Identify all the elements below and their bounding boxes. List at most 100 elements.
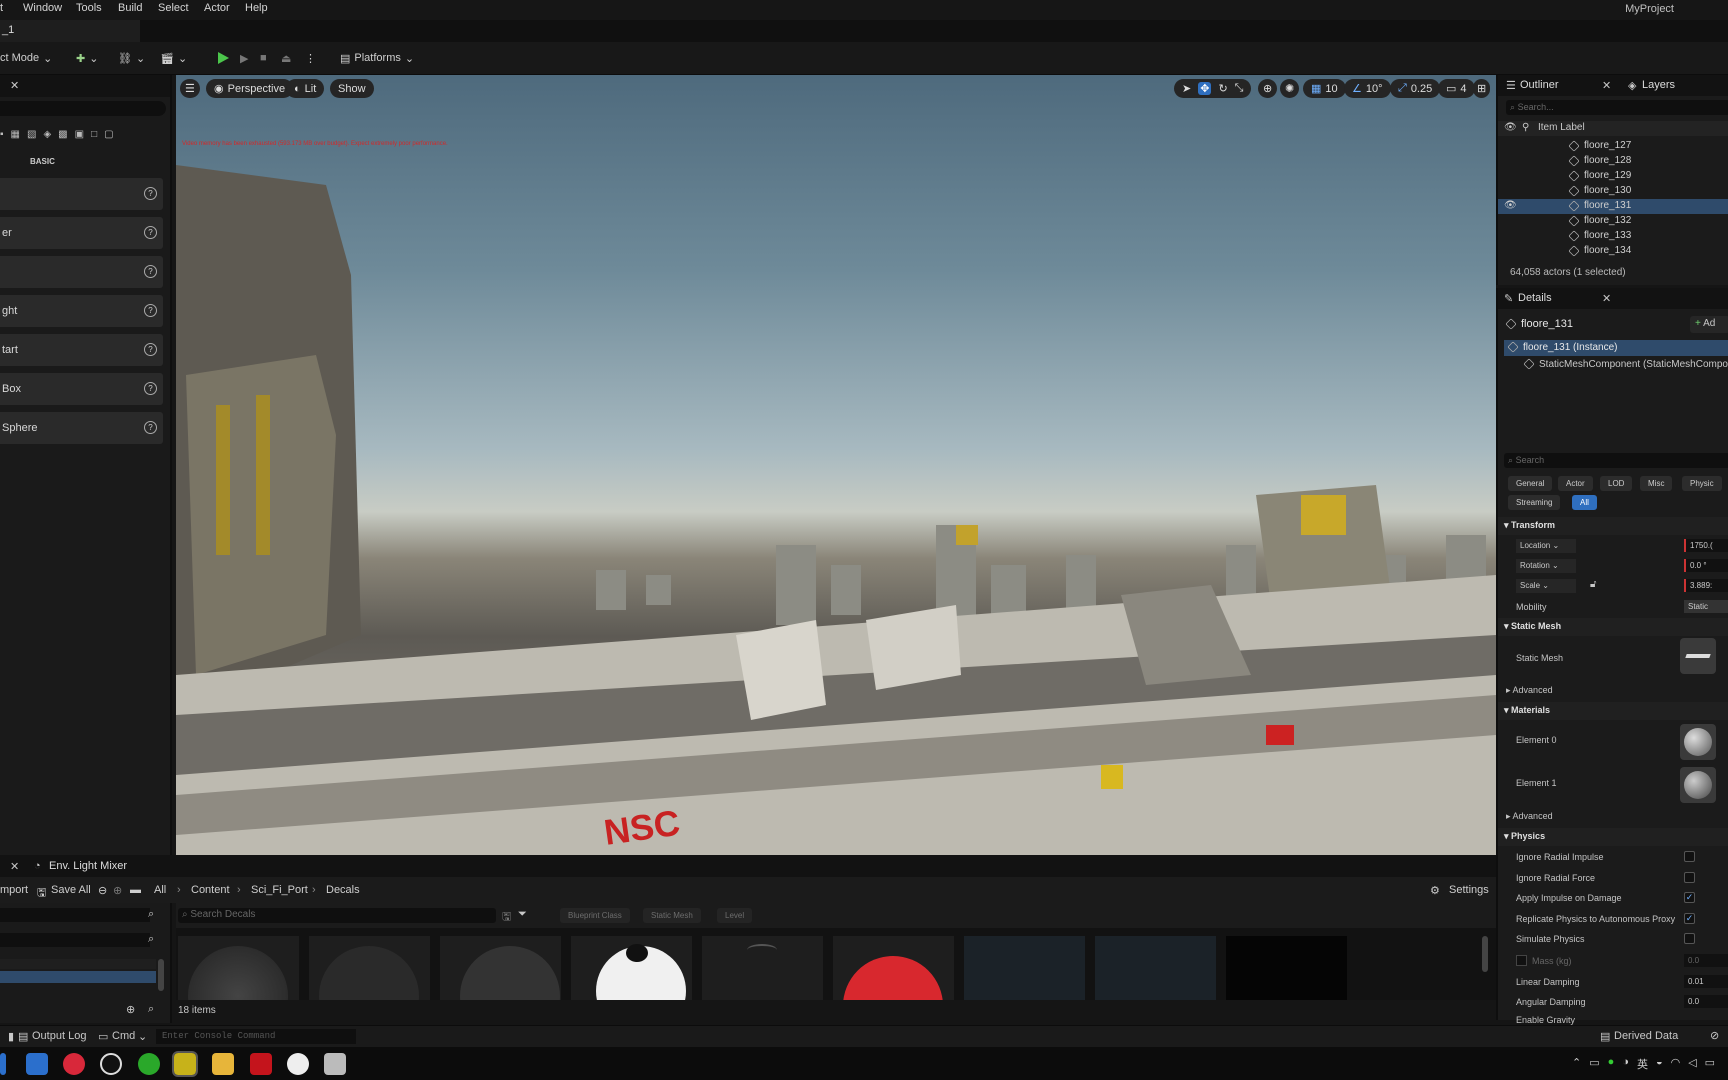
physics-row-checkbox[interactable] <box>1684 933 1695 944</box>
filter-icon[interactable]: ⏷ <box>518 908 527 921</box>
battery-icon[interactable]: ▭ <box>1705 1056 1715 1072</box>
physics-row-checkbox[interactable]: ✓ <box>1684 892 1695 903</box>
visibility-icon[interactable]: 👁︎ <box>1504 122 1517 133</box>
tray-app-icon[interactable]: ● <box>1608 1056 1615 1072</box>
place-item-pawn[interactable]: ? <box>0 256 163 288</box>
viewport-layout-button[interactable]: ⊞ <box>1473 79 1491 98</box>
volumes-icon[interactable]: □ <box>91 129 97 143</box>
physics-section[interactable]: ▾ Physics <box>1498 828 1728 846</box>
breadcrumb-all[interactable]: All <box>154 884 166 896</box>
asset-tile[interactable] <box>571 936 692 1000</box>
filter-chip-level[interactable]: Level <box>717 908 753 923</box>
visibility-icon[interactable]: 👁︎ <box>1504 200 1517 211</box>
help-icon[interactable]: ? <box>144 265 157 278</box>
camera-speed-button[interactable]: ▭ 4 <box>1438 79 1475 98</box>
derived-data-button[interactable]: Derived Data <box>1614 1030 1678 1042</box>
search-icon[interactable]: ⌕ <box>148 933 154 946</box>
help-icon[interactable]: ? <box>144 382 157 395</box>
step-button[interactable]: ▶︎ <box>240 47 248 69</box>
place-item-character[interactable]: er? <box>0 217 163 249</box>
mobility-static-button[interactable]: Static <box>1684 600 1728 613</box>
menu-window[interactable]: Window <box>23 2 62 14</box>
place-item-player-start[interactable]: tart? <box>0 334 163 366</box>
physics-row-checkbox[interactable] <box>1684 871 1695 883</box>
import-button[interactable]: mport <box>0 884 28 896</box>
outliner-row[interactable]: floore_130 <box>1498 184 1728 199</box>
lock-icon[interactable]: 🔓︎ <box>1590 579 1596 590</box>
outliner-row[interactable]: floore_129 <box>1498 169 1728 184</box>
help-icon[interactable]: ? <box>144 304 157 317</box>
breadcrumb-sci-fi-port[interactable]: Sci_Fi_Port <box>251 884 308 896</box>
save-search-icon[interactable]: 🖫︎ <box>502 908 511 927</box>
taskbar-app-icon[interactable] <box>26 1053 48 1075</box>
rotation-snap-button[interactable]: ∠ 10° <box>1344 79 1391 98</box>
cmd-dropdown[interactable]: Cmd <box>112 1030 135 1042</box>
location-dropdown[interactable]: Location ⌄ <box>1516 539 1576 553</box>
element0-material-thumbnail[interactable] <box>1680 724 1716 760</box>
add-folder-icon[interactable]: ⊕ <box>126 1003 135 1016</box>
menu-tools[interactable]: Tools <box>76 2 102 14</box>
view-mode-button[interactable]: ◐ Lit <box>286 79 325 98</box>
instance-row[interactable]: floore_131 (Instance) <box>1504 340 1728 356</box>
translate-mode-icon[interactable]: ✥ <box>1198 82 1212 95</box>
asset-tile[interactable] <box>1226 936 1347 1000</box>
place-actors-search[interactable] <box>0 101 166 116</box>
filter-physics[interactable]: Physic <box>1682 476 1722 491</box>
help-icon[interactable]: ? <box>144 421 157 434</box>
level-tab[interactable]: _1 <box>0 20 140 42</box>
scale-mode-icon[interactable]: ⤡ <box>1235 82 1244 95</box>
filter-streaming[interactable]: Streaming <box>1508 495 1561 510</box>
asset-tile[interactable] <box>833 936 954 1000</box>
place-item-sphere[interactable]: Sphere? <box>0 412 163 444</box>
viewport-menu-button[interactable]: ☰ <box>180 79 200 98</box>
breadcrumb-decals[interactable]: Decals <box>326 884 360 896</box>
cinematics-button[interactable]: 🎬︎ ⌄ <box>160 47 187 69</box>
folder-row[interactable] <box>0 959 156 969</box>
component-row[interactable]: StaticMeshComponent (StaticMeshCompo <box>1523 358 1728 371</box>
outliner-search[interactable]: ⌕ Search... <box>1506 100 1728 115</box>
filter-chip-blueprint-class[interactable]: Blueprint Class <box>560 908 630 923</box>
taskbar-app-icon[interactable] <box>324 1053 346 1075</box>
folder-search[interactable] <box>0 933 150 947</box>
unreal-engine-icon[interactable] <box>287 1053 309 1075</box>
outliner-row[interactable]: floore_133 <box>1498 229 1728 244</box>
outliner-tab[interactable]: Outliner <box>1520 79 1559 91</box>
advanced-toggle[interactable]: ▸ Advanced <box>1506 811 1553 822</box>
angular-damping-field[interactable]: 0.0 <box>1684 995 1728 1008</box>
play-options-button[interactable]: ⋮ <box>305 47 316 69</box>
history-back-icon[interactable]: ⊖ <box>98 884 107 897</box>
cinematic-icon[interactable]: ▩ <box>58 129 67 143</box>
tray-app-icon[interactable]: ◑ <box>1622 1056 1629 1072</box>
location-x-field[interactable]: 1750.( <box>1684 539 1728 552</box>
outliner-row[interactable]: floore_132 <box>1498 214 1728 229</box>
taskbar-app-icon[interactable] <box>63 1053 85 1075</box>
pin-icon[interactable]: ⚲ <box>1522 122 1529 133</box>
asset-tile[interactable] <box>702 936 823 1000</box>
filter-all[interactable]: All <box>1572 495 1597 510</box>
basic-icon[interactable]: ▦ <box>11 129 20 143</box>
mode-select-dropdown[interactable]: ct Mode ⌄ <box>0 47 52 69</box>
select-mode-icon[interactable]: ➤ <box>1182 82 1191 95</box>
outliner-row[interactable]: floore_134 <box>1498 244 1728 259</box>
menu-select[interactable]: Select <box>158 2 189 14</box>
transform-section[interactable]: ▾ Transform <box>1498 517 1728 535</box>
static-mesh-thumbnail[interactable] <box>1680 638 1716 674</box>
all-classes-icon[interactable]: ▢ <box>104 129 113 143</box>
perspective-button[interactable]: ◉ Perspective <box>206 79 294 98</box>
eject-button[interactable]: ⏏ <box>281 47 291 69</box>
outliner-row[interactable]: floore_128 <box>1498 154 1728 169</box>
filter-general[interactable]: General <box>1508 476 1553 491</box>
search-icon[interactable]: ⌕ <box>148 908 154 921</box>
taskbar-app-icon[interactable] <box>100 1053 122 1075</box>
settings-button[interactable]: Settings <box>1449 884 1489 896</box>
ime-indicator[interactable]: 英 <box>1637 1056 1648 1072</box>
search-decals-input[interactable]: ⌕ Search Decals <box>178 908 496 923</box>
filter-misc[interactable]: Misc <box>1640 476 1673 491</box>
history-forward-icon[interactable]: ⊕ <box>113 884 122 897</box>
tray-expand-icon[interactable]: ⌃ <box>1572 1056 1581 1072</box>
linear-damping-field[interactable]: 0.01 <box>1684 975 1728 988</box>
menu-item-file-partial[interactable]: t <box>0 2 3 14</box>
help-icon[interactable]: ? <box>144 187 157 200</box>
rotate-mode-icon[interactable]: ↻ <box>1218 82 1227 95</box>
physics-row-checkbox[interactable]: ✓ <box>1684 912 1695 924</box>
